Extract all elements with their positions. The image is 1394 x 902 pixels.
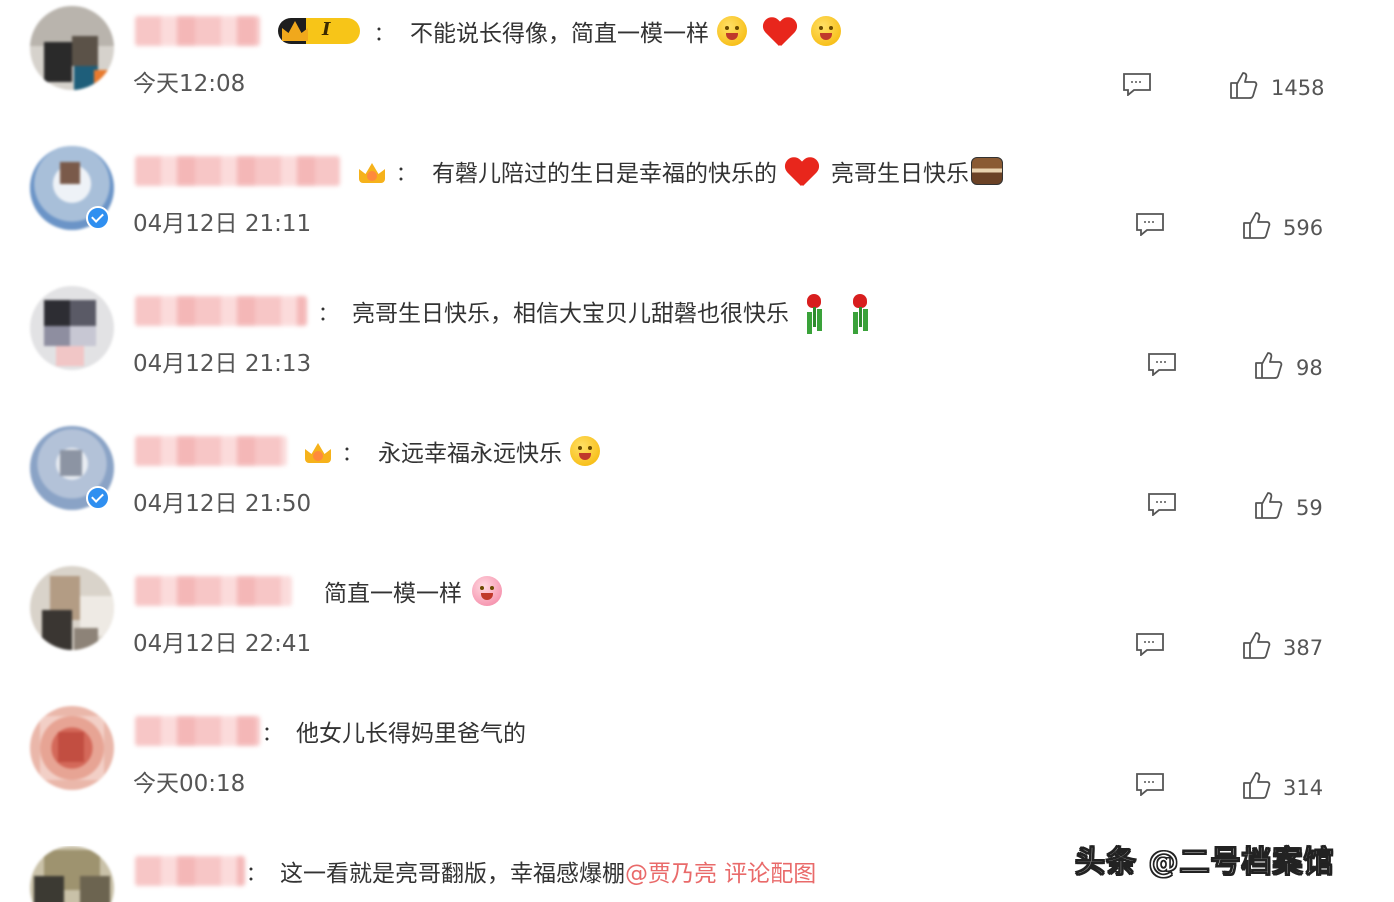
thumbs-up-icon[interactable] <box>1242 630 1272 660</box>
crown-emoji-icon <box>356 157 388 185</box>
comment-item: ： 有磬儿陪过的生日是幸福的快乐的 亮哥生日快乐 04月12日 21:11 59… <box>0 146 1394 286</box>
like-count: 98 <box>1296 356 1323 380</box>
comment-content: ： 他女儿长得妈里爸气的 <box>262 716 526 748</box>
user-name[interactable] <box>135 576 292 606</box>
rose-emoji-icon <box>801 294 827 328</box>
user-name[interactable] <box>135 436 287 466</box>
comment-text: 简直一模一样 <box>324 581 462 607</box>
reply-icon[interactable] <box>1135 212 1165 237</box>
reply-icon[interactable] <box>1135 772 1165 797</box>
tongue-emoji-icon <box>570 436 600 466</box>
comment-item: ： 他女儿长得妈里爸气的 今天00:18 314 <box>0 706 1394 846</box>
thumbs-up-icon[interactable] <box>1242 770 1272 800</box>
comment-time: 04月12日 21:11 <box>133 211 312 237</box>
thumbs-up-icon[interactable] <box>1229 70 1259 100</box>
heart-emoji-icon <box>763 16 797 46</box>
thumbs-up-icon[interactable] <box>1242 210 1272 240</box>
comment-time: 今天00:18 <box>133 771 246 797</box>
comment-text: 亮哥生日快乐，相信大宝贝儿甜磬也很快乐 <box>352 301 789 327</box>
comment-content: ： 这一看就是亮哥翻版，幸福感爆棚 @贾乃亮 评论配图 <box>246 854 816 888</box>
verified-badge-icon <box>86 206 110 230</box>
user-name[interactable] <box>135 156 340 186</box>
comment-item: ： 亮哥生日快乐，相信大宝贝儿甜磬也很快乐 04月12日 21:13 98 <box>0 286 1394 426</box>
avatar[interactable] <box>30 706 114 790</box>
user-name[interactable] <box>135 16 260 46</box>
thumbs-up-icon[interactable] <box>1254 350 1284 380</box>
avatar[interactable] <box>30 846 114 902</box>
like-count: 387 <box>1283 636 1324 660</box>
user-name[interactable] <box>135 296 307 326</box>
user-name[interactable] <box>135 856 245 886</box>
mention-link[interactable]: @贾乃亮 评论配图 <box>625 854 816 888</box>
thumbs-up-icon[interactable] <box>1254 490 1284 520</box>
like-count: 59 <box>1296 496 1323 520</box>
like-count: 596 <box>1283 216 1324 240</box>
heart-eyes-emoji-icon <box>472 576 502 606</box>
comment-time: 04月12日 22:41 <box>133 631 312 657</box>
comment-time: 今天12:08 <box>133 71 246 97</box>
laugh-emoji-icon <box>717 16 747 46</box>
avatar[interactable] <box>30 6 114 90</box>
comment-text: 亮哥生日快乐 <box>831 161 969 187</box>
comment-text: 永远幸福永远快乐 <box>378 441 562 467</box>
comment-content: ： 亮哥生日快乐，相信大宝贝儿甜磬也很快乐 <box>318 294 873 328</box>
comment-item: 简直一模一样 04月12日 22:41 387 <box>0 566 1394 706</box>
comment-text: 不能说长得像，简直一模一样 <box>410 21 709 47</box>
cake-emoji-icon <box>971 157 1003 185</box>
vip-badge-icon: I <box>278 18 360 44</box>
comment-time: 04月12日 21:13 <box>133 351 312 377</box>
reply-icon[interactable] <box>1122 72 1152 97</box>
reply-icon[interactable] <box>1147 492 1177 517</box>
comment-item: I ： 不能说长得像，简直一模一样 今天12:08 1458 <box>0 6 1394 146</box>
comment-content: 简直一模一样 <box>324 576 502 607</box>
user-name[interactable] <box>135 716 260 746</box>
rose-emoji-icon <box>847 294 873 328</box>
comment-text: 这一看就是亮哥翻版，幸福感爆棚 <box>280 861 625 887</box>
reply-icon[interactable] <box>1135 632 1165 657</box>
watermark: 头条 @二号档案馆 <box>1074 845 1335 881</box>
excited-emoji-icon <box>811 16 841 46</box>
verified-badge-icon <box>86 486 110 510</box>
comment-item: ： 永远幸福永远快乐 04月12日 21:50 59 <box>0 426 1394 566</box>
comment-text: 他女儿长得妈里爸气的 <box>296 721 526 747</box>
avatar[interactable] <box>30 566 114 650</box>
comment-text: 有磬儿陪过的生日是幸福的快乐的 <box>432 161 777 187</box>
comment-content: I ： 不能说长得像，简直一模一样 <box>278 16 841 47</box>
like-count: 1458 <box>1271 76 1325 100</box>
avatar[interactable] <box>30 286 114 370</box>
comment-time: 04月12日 21:50 <box>133 491 312 517</box>
comment-content: ： 永远幸福永远快乐 <box>302 436 600 467</box>
like-count: 314 <box>1283 776 1324 800</box>
crown-emoji-icon <box>302 437 334 465</box>
comment-content: ： 有磬儿陪过的生日是幸福的快乐的 亮哥生日快乐 <box>356 156 1003 187</box>
reply-icon[interactable] <box>1147 352 1177 377</box>
heart-emoji-icon <box>785 156 819 186</box>
